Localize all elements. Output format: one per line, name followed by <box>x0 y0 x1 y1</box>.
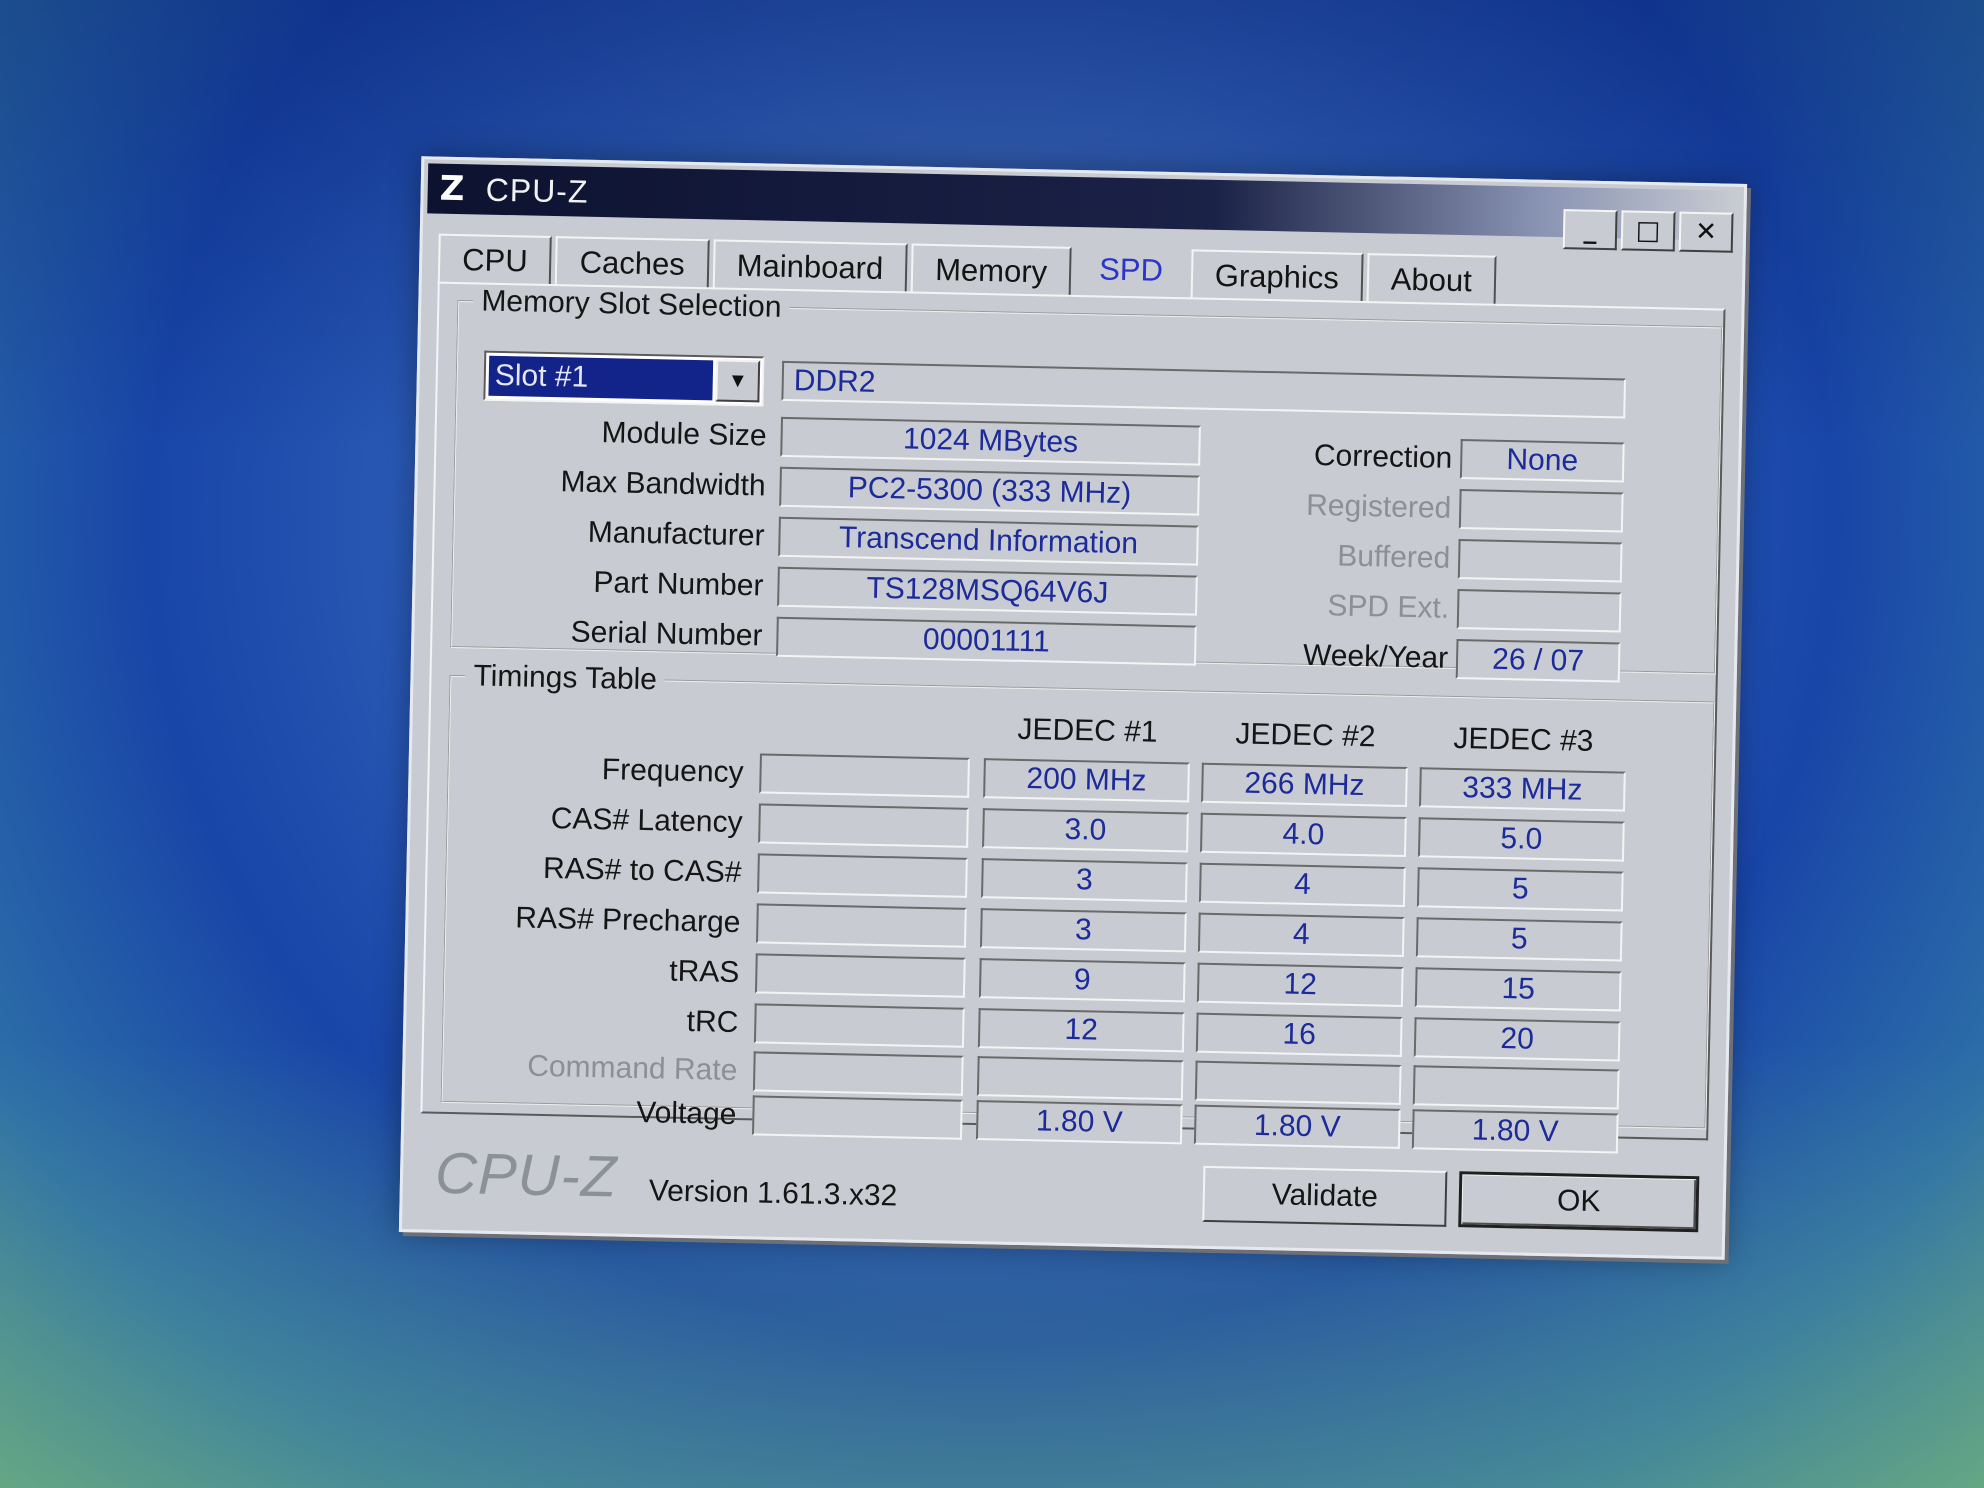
memory-type-field: DDR2 <box>781 360 1627 419</box>
spd-ext-label: SPD Ext. <box>1327 589 1450 625</box>
tab-mainboard[interactable]: Mainboard <box>712 239 908 294</box>
tras-jedec-2: 12 <box>1196 962 1404 1007</box>
trc-jedec-1: 12 <box>977 1008 1185 1053</box>
trc-xmp-field <box>753 1003 965 1048</box>
cas-latency-jedec-2: 4.0 <box>1199 812 1407 858</box>
module-size-field: 1024 MBytes <box>780 416 1201 466</box>
week-year-field: 26 / 07 <box>1455 639 1621 683</box>
correction-label: Correction <box>1313 438 1453 475</box>
ras-precharge-label: RAS# Precharge <box>515 901 741 940</box>
frequency-jedec-1: 200 MHz <box>983 758 1190 803</box>
serial-number-field: 00001111 <box>776 616 1197 666</box>
jedec-1-header: JEDEC #1 <box>1017 712 1158 749</box>
buffered-label: Buffered <box>1337 539 1451 575</box>
version-text: Version 1.61.3.x32 <box>648 1174 898 1213</box>
week-year-label: Week/Year <box>1302 638 1449 675</box>
window-title: CPU-Z <box>485 171 589 210</box>
registered-field <box>1458 489 1624 533</box>
frequency-xmp-field <box>759 753 970 798</box>
cpuz-window: Z CPU-Z _ □ ✕ CPU Caches Mainboard Memor… <box>398 156 1748 1260</box>
tab-about[interactable]: About <box>1366 253 1497 306</box>
part-number-label: Part Number <box>593 565 764 603</box>
tras-xmp-field <box>754 953 966 998</box>
serial-number-label: Serial Number <box>570 615 763 653</box>
slot-select[interactable]: Slot #1 ▼ <box>483 350 765 407</box>
memory-slot-selection-legend: Memory Slot Selection <box>481 284 782 324</box>
trc-label: tRC <box>686 1004 739 1040</box>
timings-table-group: Timings Table JEDEC #1 JEDEC #2 JEDEC #3… <box>440 658 1716 1154</box>
command-rate-jedec-3 <box>1412 1065 1620 1110</box>
tab-graphics[interactable]: Graphics <box>1190 249 1364 303</box>
tras-jedec-1: 9 <box>978 958 1186 1003</box>
command-rate-jedec-2 <box>1194 1060 1402 1105</box>
spd-panel: Memory Slot Selection Slot #1 ▼ DDR2 Mod… <box>420 281 1726 1154</box>
tras-label: tRAS <box>669 954 740 990</box>
close-button[interactable]: ✕ <box>1678 211 1734 253</box>
ras-to-cas-xmp-field <box>757 853 968 898</box>
trc-jedec-2: 16 <box>1195 1012 1403 1057</box>
frequency-jedec-3: 333 MHz <box>1418 767 1626 812</box>
ras-to-cas-jedec-2: 4 <box>1198 862 1406 907</box>
spd-ext-field <box>1456 589 1622 633</box>
tab-caches[interactable]: Caches <box>555 236 710 290</box>
chevron-down-icon[interactable]: ▼ <box>715 359 761 403</box>
jedec-2-header: JEDEC #2 <box>1235 717 1376 754</box>
registered-label: Registered <box>1305 488 1452 525</box>
correction-field: None <box>1459 439 1625 483</box>
command-rate-label: Command Rate <box>526 1049 738 1088</box>
maximize-button[interactable]: □ <box>1620 210 1676 252</box>
tab-spd[interactable]: SPD <box>1074 238 1188 300</box>
cpuz-logo: CPU-Z <box>434 1140 618 1210</box>
cas-latency-label: CAS# Latency <box>550 802 743 840</box>
voltage-jedec-3: 1.80 V <box>1411 1109 1619 1154</box>
ras-precharge-jedec-3: 5 <box>1415 917 1623 962</box>
slot-select-value: Slot #1 <box>488 355 714 401</box>
part-number-field: TS128MSQ64V6J <box>777 566 1198 616</box>
manufacturer-field: Transcend Information <box>778 516 1199 566</box>
tab-cpu[interactable]: CPU <box>437 233 553 286</box>
command-rate-jedec-1 <box>976 1056 1184 1101</box>
cas-latency-jedec-1: 3.0 <box>982 808 1189 853</box>
module-size-label: Module Size <box>601 416 767 453</box>
ras-to-cas-label: RAS# to CAS# <box>542 851 742 890</box>
ras-precharge-jedec-1: 3 <box>979 908 1187 953</box>
minimize-button[interactable]: _ <box>1562 209 1618 251</box>
window-controls: _ □ ✕ <box>1562 209 1734 253</box>
voltage-jedec-1: 1.80 V <box>975 1100 1183 1145</box>
ok-button[interactable]: OK <box>1458 1171 1700 1233</box>
voltage-label: Voltage <box>635 1095 737 1132</box>
memory-slot-selection-group: Memory Slot Selection Slot #1 ▼ DDR2 Mod… <box>450 284 1724 683</box>
manufacturer-label: Manufacturer <box>587 515 765 553</box>
ras-precharge-jedec-2: 4 <box>1197 912 1405 957</box>
ras-to-cas-jedec-3: 5 <box>1416 867 1624 912</box>
timings-table-legend: Timings Table <box>473 659 658 697</box>
frequency-jedec-2: 266 MHz <box>1201 762 1408 808</box>
ras-to-cas-jedec-1: 3 <box>980 858 1188 903</box>
buffered-field <box>1457 539 1623 583</box>
cpuz-app-icon: Z <box>439 168 465 210</box>
cas-latency-jedec-3: 5.0 <box>1417 817 1625 862</box>
tras-jedec-3: 15 <box>1414 967 1622 1012</box>
frequency-label: Frequency <box>601 753 744 790</box>
command-rate-xmp-field <box>752 1051 964 1096</box>
cas-latency-xmp-field <box>758 803 969 848</box>
trc-jedec-3: 20 <box>1413 1017 1621 1062</box>
jedec-3-header: JEDEC #3 <box>1453 721 1594 758</box>
ras-precharge-xmp-field <box>756 903 967 948</box>
validate-button[interactable]: Validate <box>1202 1165 1448 1227</box>
max-bandwidth-field: PC2-5300 (333 MHz) <box>779 466 1200 516</box>
tab-memory[interactable]: Memory <box>910 243 1072 297</box>
voltage-jedec-2: 1.80 V <box>1193 1104 1401 1149</box>
max-bandwidth-label: Max Bandwidth <box>560 465 766 503</box>
voltage-xmp-field <box>751 1095 963 1140</box>
